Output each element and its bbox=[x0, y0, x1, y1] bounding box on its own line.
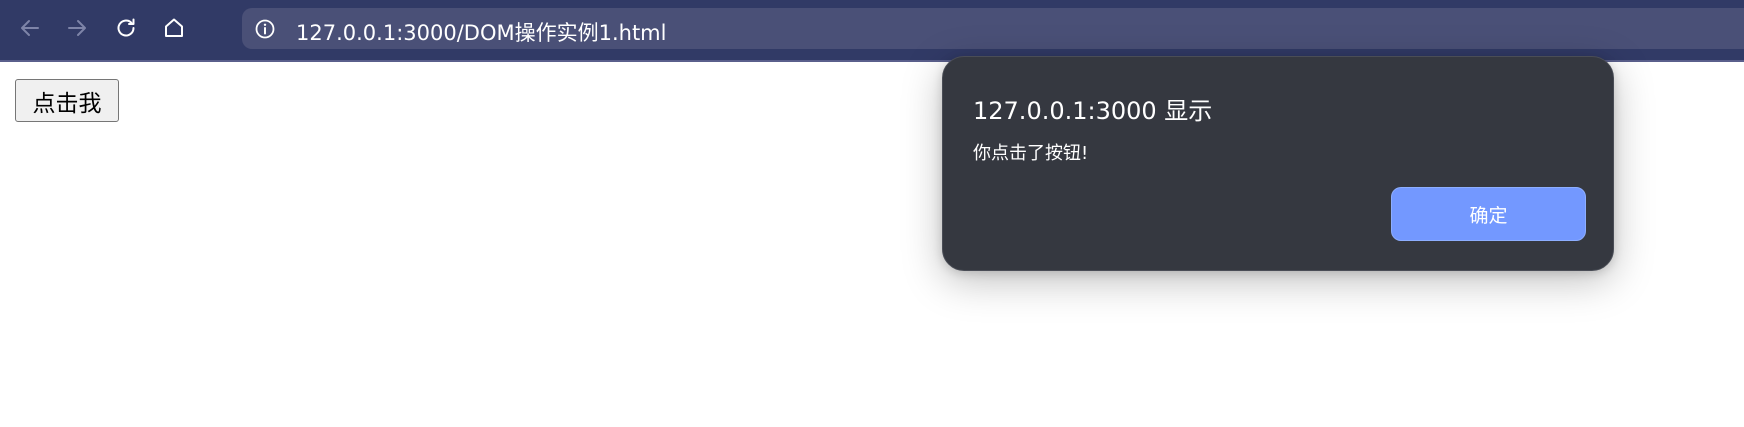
reload-icon bbox=[117, 18, 135, 37]
forward-arrow-icon bbox=[68, 20, 86, 36]
forward-button[interactable] bbox=[61, 12, 93, 44]
address-bar[interactable]: 127.0.0.1:3000/DOM操作实例1.html bbox=[242, 8, 1744, 49]
home-icon bbox=[165, 18, 183, 37]
alert-dialog: 127.0.0.1:3000 显示 你点击了按钮! 确定 bbox=[942, 56, 1614, 271]
click-me-button[interactable]: 点击我 bbox=[15, 79, 119, 122]
home-button[interactable] bbox=[158, 12, 190, 44]
alert-message: 你点击了按钮! bbox=[973, 143, 1089, 164]
alert-ok-button[interactable]: 确定 bbox=[1391, 187, 1586, 241]
info-icon[interactable] bbox=[254, 18, 276, 40]
alert-title: 127.0.0.1:3000 显示 bbox=[973, 97, 1213, 125]
back-button[interactable] bbox=[14, 12, 46, 44]
url-text: 127.0.0.1:3000/DOM操作实例1.html bbox=[296, 21, 667, 45]
reload-button[interactable] bbox=[110, 12, 142, 44]
back-arrow-icon bbox=[21, 20, 39, 36]
browser-toolbar: 127.0.0.1:3000/DOM操作实例1.html bbox=[0, 0, 1744, 62]
